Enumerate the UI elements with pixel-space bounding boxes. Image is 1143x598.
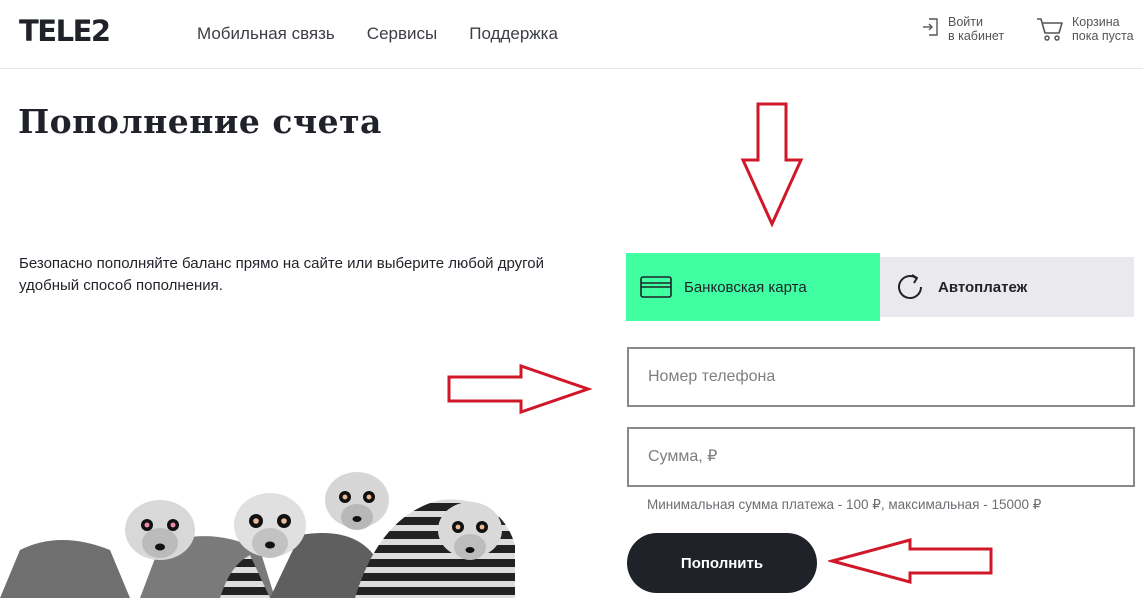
tab-autopay-label: Автоплатеж	[938, 278, 1028, 296]
page-title: Пополнение счета	[18, 102, 382, 141]
cart-button[interactable]: Корзина пока пуста	[1036, 15, 1134, 43]
login-button[interactable]: Войти в кабинет	[920, 15, 1004, 43]
cart-icon	[1037, 18, 1063, 41]
phone-field	[627, 347, 1135, 407]
submit-button[interactable]: Пополнить	[627, 533, 817, 593]
logo[interactable]: TELE2	[19, 14, 111, 48]
site-header: TELE2 Мобильная связь Сервисы Поддержка …	[0, 0, 1143, 69]
card-icon	[640, 276, 672, 298]
lemurs-illustration	[0, 472, 515, 598]
sum-field	[627, 427, 1135, 487]
annotation-arrow-left	[828, 538, 993, 584]
nav-support[interactable]: Поддержка	[469, 23, 558, 45]
login-line1: Войти	[948, 15, 983, 29]
sum-input[interactable]	[629, 429, 1133, 485]
annotation-arrow-down	[740, 102, 804, 228]
page-description: Безопасно пополняйте баланс прямо на сай…	[19, 255, 545, 294]
cart-line1: Корзина	[1072, 15, 1120, 29]
login-icon	[923, 18, 938, 36]
tab-bank-card-label: Банковская карта	[684, 278, 807, 296]
tab-bank-card[interactable]: Банковская карта	[626, 253, 880, 321]
annotation-arrow-right	[447, 363, 592, 415]
login-line2: в кабинет	[948, 29, 1005, 43]
nav-mobile[interactable]: Мобильная связь	[197, 23, 335, 45]
refresh-icon	[898, 274, 922, 299]
cart-line2: пока пуста	[1072, 29, 1134, 43]
amount-hint: Минимальная сумма платежа - 100 ₽, макси…	[647, 497, 1042, 512]
phone-input[interactable]	[629, 349, 1133, 405]
nav-services[interactable]: Сервисы	[367, 23, 437, 45]
tab-autopay[interactable]: Автоплатеж	[880, 257, 1134, 317]
main-nav: Мобильная связь Сервисы Поддержка	[197, 23, 558, 45]
